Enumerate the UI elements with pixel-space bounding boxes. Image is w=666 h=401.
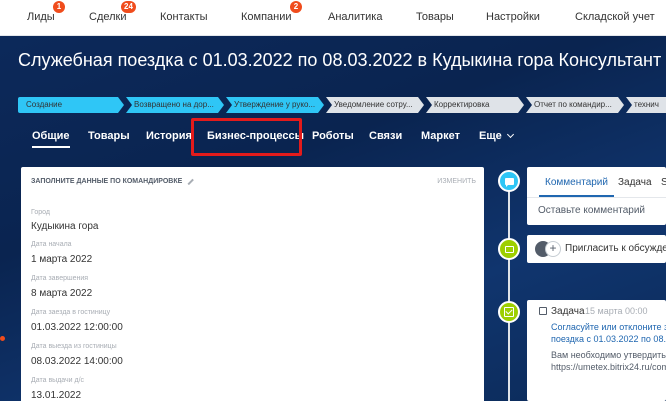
nav-item-analytics[interactable]: Аналитика [328,11,382,23]
nav-badge: 1 [53,1,65,13]
stage-item[interactable]: технич [626,97,666,113]
stage-item[interactable]: Отчет по командир... [526,97,624,113]
nav-item-leads[interactable]: Лиды 1 [27,1,65,23]
tab-more[interactable]: Еще [479,130,514,142]
nav-badge: 2 [290,1,302,13]
field-label: Дата заезда в гостиницу [31,309,111,316]
stage-item[interactable]: Уведомление сотру... [326,97,424,113]
tab-task[interactable]: Задача [618,177,652,188]
task-link[interactable]: поездка с 01.03.2022 по 08.0 [551,334,666,344]
field-value: 08.03.2022 14:00:00 [31,356,123,367]
task-date: 15 марта 00:00 [585,306,648,316]
comment-divider [527,197,666,198]
edit-link[interactable]: изменить [437,178,476,185]
invite-card[interactable]: + Пригласить к обсужден [527,235,666,263]
comment-card: Комментарий Задача S Оставьте комментари… [527,167,666,225]
timeline-task-marker [498,301,520,323]
tab-links[interactable]: Связи [369,130,402,142]
nav-item-warehouse[interactable]: Складской учет [575,11,655,23]
tab-general[interactable]: Общие [32,130,70,148]
pencil-icon[interactable] [186,178,193,185]
stage-item[interactable]: Создание [18,97,124,113]
field-label: Город [31,209,50,216]
comment-input[interactable]: Оставьте комментарий [538,205,645,216]
top-navigation: Лиды 1 Сделки 24 Контакты Компании 2 Ана… [0,0,666,36]
panel-header: Заполните данные по командировке [31,178,193,185]
highlight-box [191,118,302,156]
tab-comment[interactable]: Комментарий [539,177,614,197]
task-card: Задача 15 марта 00:00 Согласуйте или отк… [527,300,666,401]
stage-item[interactable]: Утверждение у руко... [226,97,324,113]
task-text: Вам необходимо утвердить и [551,350,666,360]
notification-dot [0,336,5,341]
chat-icon [504,245,514,253]
nav-item-settings[interactable]: Настройки [486,11,540,23]
task-text: https://umetex.bitrix24.ru/comp [551,362,666,372]
field-value: 01.03.2022 12:00:00 [31,322,123,333]
field-label: Дата выдачи д/с [31,377,85,384]
nav-item-products[interactable]: Товары [416,11,454,23]
tab-history[interactable]: История [146,130,192,142]
task-link[interactable]: Согласуйте или отклоните за [551,322,666,332]
field-label: Дата завершения [31,275,89,282]
nav-item-deals[interactable]: Сделки 24 [89,1,136,23]
field-value: Кудыкина гора [31,221,99,232]
task-label: Задача [551,306,585,317]
check-icon [504,307,514,317]
field-label: Дата начала [31,241,72,248]
tab-products[interactable]: Товары [88,130,130,142]
comment-icon [504,177,514,187]
tab-robots[interactable]: Роботы [312,130,354,142]
chevron-down-icon [506,130,514,139]
timeline-line [508,180,510,401]
details-panel: Заполните данные по командировке изменит… [21,167,484,401]
field-value: 8 марта 2022 [31,288,93,299]
field-label: Дата выезда из гостиницы [31,343,117,350]
nav-badge: 24 [121,1,136,13]
task-checkbox[interactable] [539,307,547,315]
plus-icon: + [545,241,561,257]
field-value: 13.01.2022 [31,390,82,401]
tab-market[interactable]: Маркет [421,130,460,142]
invite-label: Пригласить к обсужден [565,243,666,254]
nav-item-contacts[interactable]: Контакты [160,11,208,23]
nav-item-companies[interactable]: Компании 2 [241,1,302,23]
stage-item[interactable]: Корректировка [426,97,524,113]
field-value: 1 марта 2022 [31,254,93,265]
stage-item[interactable]: Возвращено на дор... [126,97,224,113]
page-title: Служебная поездка с 01.03.2022 по 08.03.… [18,50,666,70]
timeline-comment-marker [498,170,520,192]
stage-bar: Создание Возвращено на дор... Утверждени… [18,97,666,113]
timeline-chat-marker [498,238,520,260]
tab-more-types[interactable]: S [661,177,666,188]
